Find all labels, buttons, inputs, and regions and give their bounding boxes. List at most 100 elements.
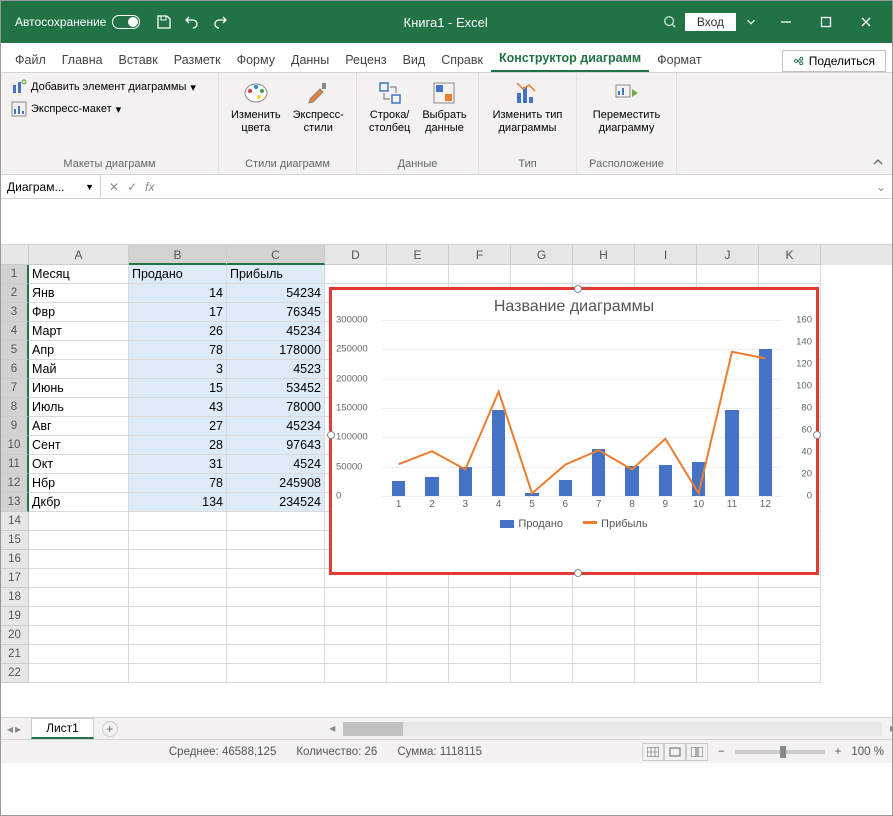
cell[interactable]: Май <box>29 360 129 379</box>
row-header[interactable]: 6 <box>1 360 29 379</box>
close-button[interactable] <box>846 8 886 36</box>
cell[interactable]: 17 <box>129 303 227 322</box>
view-normal-button[interactable] <box>642 743 664 761</box>
cell[interactable]: 234524 <box>227 493 325 512</box>
cell[interactable] <box>29 512 129 531</box>
cell[interactable]: 28 <box>129 436 227 455</box>
zoom-value[interactable]: 100 % <box>851 746 884 758</box>
cell[interactable]: 45234 <box>227 417 325 436</box>
change-colors-button[interactable]: Изменить цвета <box>227 77 285 137</box>
cell[interactable] <box>511 265 573 284</box>
column-header[interactable]: I <box>635 245 697 265</box>
cell[interactable]: 31 <box>129 455 227 474</box>
cell[interactable] <box>449 607 511 626</box>
select-all-corner[interactable] <box>1 245 29 265</box>
cell[interactable] <box>573 626 635 645</box>
cell[interactable] <box>511 664 573 683</box>
tab-format[interactable]: Формат <box>649 47 709 72</box>
cell[interactable] <box>387 645 449 664</box>
cell[interactable] <box>325 626 387 645</box>
name-box[interactable]: Диаграм... ▼ <box>1 175 101 198</box>
cell[interactable]: Нбр <box>29 474 129 493</box>
cell[interactable]: Янв <box>29 284 129 303</box>
cell[interactable]: 27 <box>129 417 227 436</box>
cell[interactable] <box>697 607 759 626</box>
tab-chart-design[interactable]: Конструктор диаграмм <box>491 45 649 72</box>
cell[interactable]: Сент <box>29 436 129 455</box>
cell[interactable] <box>387 664 449 683</box>
cell[interactable] <box>449 664 511 683</box>
cell[interactable]: 54234 <box>227 284 325 303</box>
quick-layout-button[interactable]: Экспресс-макет ▾ <box>9 99 123 119</box>
tab-data[interactable]: Данны <box>283 47 337 72</box>
cell[interactable]: Авг <box>29 417 129 436</box>
row-header[interactable]: 4 <box>1 322 29 341</box>
cell[interactable] <box>511 626 573 645</box>
cell[interactable]: 3 <box>129 360 227 379</box>
zoom-out-button[interactable]: − <box>718 746 725 758</box>
cell[interactable] <box>29 588 129 607</box>
undo-icon[interactable] <box>184 14 200 30</box>
row-header[interactable]: 10 <box>1 436 29 455</box>
cell[interactable] <box>227 569 325 588</box>
chart-plot-area[interactable]: 0500001000001500002000002500003000000204… <box>382 320 782 510</box>
account-caret-icon[interactable] <box>744 15 758 29</box>
row-header[interactable]: 11 <box>1 455 29 474</box>
cell[interactable] <box>635 645 697 664</box>
cell[interactable]: 53452 <box>227 379 325 398</box>
minimize-button[interactable] <box>766 8 806 36</box>
cell[interactable] <box>129 531 227 550</box>
view-page-break-button[interactable] <box>686 743 708 761</box>
column-header[interactable]: E <box>387 245 449 265</box>
cell[interactable]: Март <box>29 322 129 341</box>
cell[interactable] <box>449 645 511 664</box>
cell[interactable] <box>511 607 573 626</box>
cell[interactable] <box>325 645 387 664</box>
cell[interactable] <box>29 664 129 683</box>
select-data-button[interactable]: Выбрать данные <box>418 77 470 137</box>
cell[interactable]: 26 <box>129 322 227 341</box>
cell[interactable]: Окт <box>29 455 129 474</box>
column-header[interactable]: C <box>227 245 325 265</box>
sheet-nav-prev-icon[interactable]: ◂ <box>7 722 13 736</box>
fx-icon[interactable]: fx <box>145 180 154 194</box>
cell[interactable] <box>29 607 129 626</box>
cell[interactable]: 4523 <box>227 360 325 379</box>
cell[interactable] <box>573 607 635 626</box>
row-header[interactable]: 2 <box>1 284 29 303</box>
zoom-in-button[interactable]: + <box>835 746 842 758</box>
cell[interactable]: 78000 <box>227 398 325 417</box>
chart-title[interactable]: Название диаграммы <box>332 290 816 320</box>
cell[interactable] <box>759 265 821 284</box>
cell[interactable] <box>129 645 227 664</box>
cell[interactable] <box>759 607 821 626</box>
cell[interactable] <box>129 607 227 626</box>
save-icon[interactable] <box>156 14 172 30</box>
row-header[interactable]: 20 <box>1 626 29 645</box>
login-button[interactable]: Вход <box>685 13 736 31</box>
tab-layout[interactable]: Разметк <box>166 47 229 72</box>
toggle-switch-icon[interactable] <box>112 15 140 29</box>
cell[interactable] <box>449 265 511 284</box>
cell[interactable] <box>227 588 325 607</box>
cell[interactable] <box>129 588 227 607</box>
cell[interactable] <box>573 588 635 607</box>
cell[interactable] <box>697 588 759 607</box>
cell[interactable] <box>573 664 635 683</box>
tab-view[interactable]: Вид <box>395 47 434 72</box>
cell[interactable] <box>325 664 387 683</box>
maximize-button[interactable] <box>806 8 846 36</box>
cell[interactable]: Июль <box>29 398 129 417</box>
row-header[interactable]: 8 <box>1 398 29 417</box>
cell[interactable]: 76345 <box>227 303 325 322</box>
switch-rowcol-button[interactable]: Строка/ столбец <box>365 77 414 137</box>
row-header[interactable]: 14 <box>1 512 29 531</box>
row-header[interactable]: 3 <box>1 303 29 322</box>
cell[interactable] <box>697 265 759 284</box>
cell[interactable]: 4524 <box>227 455 325 474</box>
move-chart-button[interactable]: Переместить диаграмму <box>589 77 664 137</box>
cell[interactable]: 45234 <box>227 322 325 341</box>
row-header[interactable]: 13 <box>1 493 29 512</box>
cell[interactable] <box>227 645 325 664</box>
worksheet[interactable]: ABCDEFGHIJK 1234567891011121314151617181… <box>1 245 892 717</box>
